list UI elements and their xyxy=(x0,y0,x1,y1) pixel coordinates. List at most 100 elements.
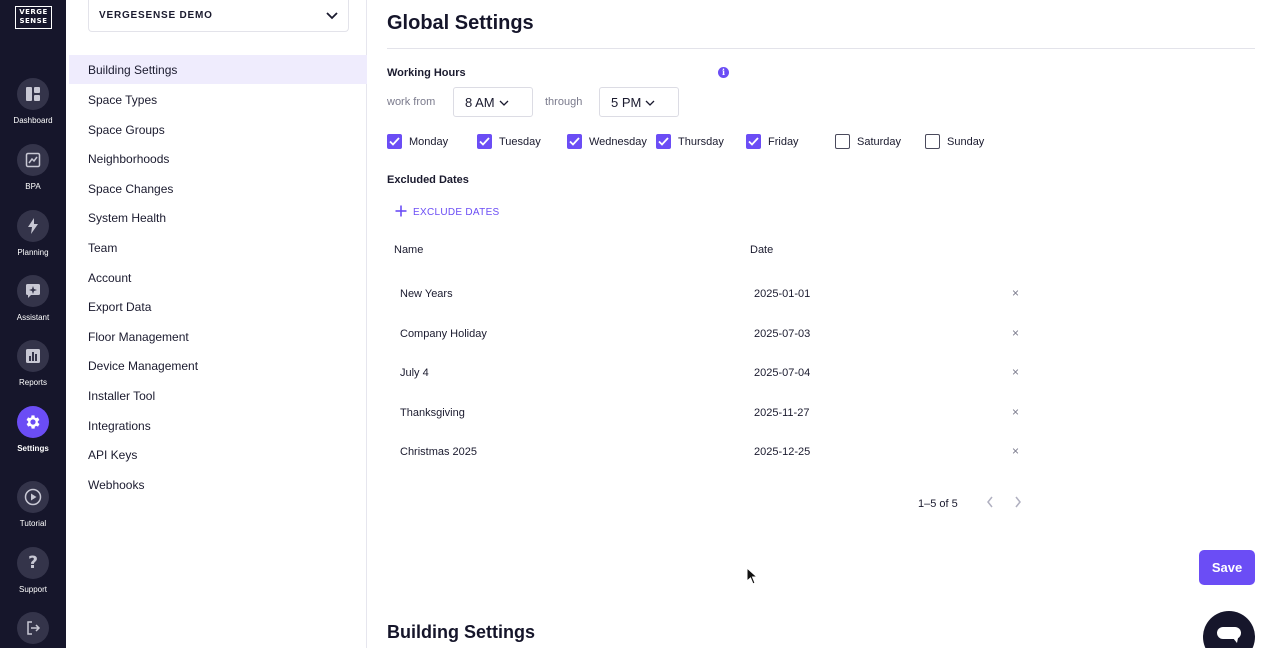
row-date: 2025-01-01 xyxy=(754,288,811,300)
sidebar-item-label: Integrations xyxy=(88,418,151,433)
section-title-building-settings: Building Settings xyxy=(387,622,535,642)
plus-icon xyxy=(395,205,407,220)
sidebar-item-team[interactable]: Team xyxy=(69,233,367,262)
day-label: Friday xyxy=(768,135,799,148)
sidebar-item-label: Neighborhoods xyxy=(88,151,170,166)
building-select[interactable]: VERGESENSE DEMO xyxy=(88,0,349,32)
nav-planning[interactable]: Planning xyxy=(0,210,66,257)
sidebar-item-label: Building Settings xyxy=(88,62,178,77)
nav-tutorial[interactable]: Tutorial xyxy=(0,481,66,528)
day-checkbox-sunday[interactable]: Sunday xyxy=(925,134,984,149)
sidebar-item-installer-tool[interactable]: Installer Tool xyxy=(69,381,367,410)
sidebar-item-space-changes[interactable]: Space Changes xyxy=(69,174,367,203)
excluded-dates-label: Excluded Dates xyxy=(387,174,469,186)
nav-rail: VERGE SENSE Dashboard BPA Planning Assis… xyxy=(0,0,66,648)
day-label: Wednesday xyxy=(589,135,647,148)
nav-assistant[interactable]: Assistant xyxy=(0,275,66,322)
sidebar-item-device-management[interactable]: Device Management xyxy=(69,351,367,380)
page-title: Global Settings xyxy=(387,12,534,34)
nav-reports[interactable]: Reports xyxy=(0,340,66,387)
nav-label: Planning xyxy=(17,248,49,257)
table-row: New Years 2025-01-01 × xyxy=(387,276,1037,316)
settings-sidebar: VERGESENSE DEMO Building Settings Space … xyxy=(66,0,367,648)
checkbox-checked-icon xyxy=(387,134,402,149)
nav-support[interactable]: ? Support xyxy=(0,547,66,594)
table-row: Christmas 2025 2025-12-25 × xyxy=(387,434,1037,474)
building-select-value: VERGESENSE DEMO xyxy=(99,10,213,21)
work-from-value: 8 AM xyxy=(465,94,495,110)
day-label: Saturday xyxy=(857,135,902,148)
checkbox-checked-icon xyxy=(567,134,582,149)
sidebar-item-neighborhoods[interactable]: Neighborhoods xyxy=(69,144,367,173)
checkbox-checked-icon xyxy=(656,134,671,149)
nav-logout[interactable] xyxy=(0,612,66,644)
table-row: Company Holiday 2025-07-03 × xyxy=(387,316,1037,356)
nav-label: Tutorial xyxy=(19,519,47,528)
vergesense-logo[interactable]: VERGE SENSE xyxy=(15,6,52,29)
sidebar-item-label: Export Data xyxy=(88,299,152,314)
day-checkbox-thursday[interactable]: Thursday xyxy=(656,134,724,149)
row-name: Thanksgiving xyxy=(400,407,465,419)
sidebar-item-building-settings[interactable]: Building Settings xyxy=(69,55,367,84)
dashboard-icon xyxy=(17,78,49,110)
sidebar-item-api-keys[interactable]: API Keys xyxy=(69,440,367,469)
nav-label: Dashboard xyxy=(13,116,53,125)
row-name: Company Holiday xyxy=(400,328,487,340)
exclude-dates-button[interactable]: EXCLUDE DATES xyxy=(395,205,500,220)
sidebar-item-system-health[interactable]: System Health xyxy=(69,203,367,232)
nav-label: Assistant xyxy=(16,313,50,322)
day-checkbox-monday[interactable]: Monday xyxy=(387,134,448,149)
sidebar-item-space-groups[interactable]: Space Groups xyxy=(69,115,367,144)
day-checkbox-friday[interactable]: Friday xyxy=(746,134,799,149)
chat-launcher-button[interactable] xyxy=(1203,611,1255,648)
work-through-select[interactable]: 5 PM xyxy=(599,87,679,117)
remove-icon[interactable]: × xyxy=(1012,286,1019,300)
play-icon xyxy=(17,481,49,513)
row-date: 2025-07-04 xyxy=(754,367,811,379)
sidebar-item-label: Space Changes xyxy=(88,181,174,196)
checkbox-unchecked-icon xyxy=(925,134,940,149)
sidebar-item-integrations[interactable]: Integrations xyxy=(69,411,367,440)
nav-settings[interactable]: Settings xyxy=(0,406,66,453)
day-checkbox-tuesday[interactable]: Tuesday xyxy=(477,134,541,149)
question-icon: ? xyxy=(17,547,49,579)
chevron-down-icon xyxy=(645,95,655,110)
chat-icon xyxy=(1217,627,1241,648)
sidebar-item-account[interactable]: Account xyxy=(69,263,367,292)
chart-icon xyxy=(17,144,49,176)
work-from-select[interactable]: 8 AM xyxy=(453,87,533,117)
sidebar-item-label: API Keys xyxy=(88,447,138,462)
chevron-right-icon[interactable] xyxy=(1014,496,1022,511)
gear-icon xyxy=(17,406,49,438)
checkbox-unchecked-icon xyxy=(835,134,850,149)
row-date: 2025-12-25 xyxy=(754,446,811,458)
sidebar-item-webhooks[interactable]: Webhooks xyxy=(69,470,367,499)
save-button[interactable]: Save xyxy=(1199,550,1255,585)
nav-label: Settings xyxy=(17,444,49,453)
nav-bpa[interactable]: BPA xyxy=(0,144,66,191)
column-header-name: Name xyxy=(394,244,424,256)
row-date: 2025-11-27 xyxy=(754,407,810,419)
sidebar-item-label: Installer Tool xyxy=(88,388,156,403)
sidebar-item-space-types[interactable]: Space Types xyxy=(69,85,367,114)
remove-icon[interactable]: × xyxy=(1012,444,1019,458)
pagination-text: 1–5 of 5 xyxy=(918,498,958,510)
day-checkbox-wednesday[interactable]: Wednesday xyxy=(567,134,647,149)
sidebar-item-export-data[interactable]: Export Data xyxy=(69,292,367,321)
chevron-down-icon xyxy=(499,95,509,110)
table-row: July 4 2025-07-04 × xyxy=(387,355,1037,395)
chevron-down-icon xyxy=(326,7,338,25)
row-name: New Years xyxy=(400,288,453,300)
remove-icon[interactable]: × xyxy=(1012,405,1019,419)
chevron-left-icon[interactable] xyxy=(986,496,994,511)
logo-line-1: VERGE xyxy=(19,8,48,16)
remove-icon[interactable]: × xyxy=(1012,365,1019,379)
day-checkbox-saturday[interactable]: Saturday xyxy=(835,134,901,149)
nav-dashboard[interactable]: Dashboard xyxy=(0,78,66,125)
sidebar-item-floor-management[interactable]: Floor Management xyxy=(69,322,367,351)
bolt-icon xyxy=(17,210,49,242)
remove-icon[interactable]: × xyxy=(1012,326,1019,340)
row-name: July 4 xyxy=(400,367,429,379)
info-icon[interactable]: i xyxy=(718,67,729,78)
nav-label: BPA xyxy=(25,182,41,191)
